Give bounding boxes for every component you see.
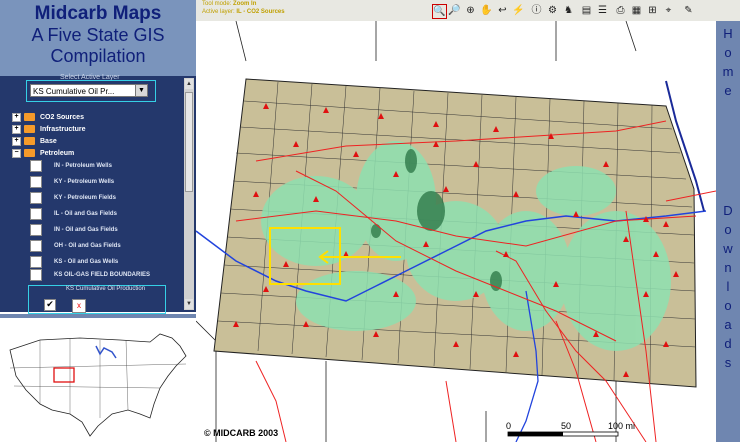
query-icon[interactable]: ⚙ <box>546 4 559 17</box>
tree-group-petroleum[interactable]: − Petroleum <box>12 147 74 159</box>
identify-icon[interactable]: ⚡ <box>512 4 525 17</box>
expand-icon[interactable]: + <box>12 124 21 134</box>
layer-ks-cumulative-oil-checkbox[interactable]: ✔ <box>44 299 56 311</box>
layer-checkbox[interactable] <box>30 176 42 188</box>
midcarb-app: Midcarb Maps A Five State GIS Compilatio… <box>0 0 740 442</box>
overview-map[interactable] <box>0 318 196 442</box>
info-icon[interactable]: ⓘ <box>530 4 543 17</box>
active-layer-dropdown-value: KS Cumulative Oil Pr... <box>33 87 115 96</box>
main-map[interactable]: 0 50 100 mi <box>196 21 716 442</box>
layer-oh-oil-gas-fields[interactable]: OH - Oil and Gas Fields <box>30 239 121 253</box>
layer-ks-field-boundaries[interactable]: KS OIL-GAS FIELD BOUNDARIES <box>30 268 150 282</box>
scale-tick-0: 0 <box>506 421 511 431</box>
find-icon[interactable]: ♞ <box>562 4 575 17</box>
app-subtitle-line1: A Five State GIS <box>31 25 165 45</box>
layer-il-oil-gas-fields[interactable]: IL - Oil and Gas Fields <box>30 207 117 221</box>
copyright-label: © MIDCARB 2003 <box>204 428 279 438</box>
extent-icon[interactable]: ▦ <box>630 4 643 17</box>
legend-icon[interactable]: ▤ <box>580 4 593 17</box>
expand-icon[interactable]: + <box>12 136 21 146</box>
collapse-icon[interactable]: − <box>12 148 21 158</box>
active-layer-dropdown[interactable]: KS Cumulative Oil Pr... ▼ <box>30 84 148 97</box>
layer-checkbox[interactable] <box>30 269 42 281</box>
pan-icon[interactable]: ✋ <box>480 4 493 17</box>
scroll-down-icon[interactable]: ▼ <box>185 299 193 309</box>
tool-mode-status: Tool mode: Zoom In <box>202 1 257 7</box>
app-title: Midcarb Maps <box>34 3 162 24</box>
layer-ky-petroleum-wells[interactable]: KY - Petroleum Wells <box>30 175 114 189</box>
right-nav: H o m e D o w n l o a d s <box>716 21 740 442</box>
folder-icon <box>24 125 35 133</box>
scrollbar-thumb[interactable] <box>185 92 193 192</box>
layer-in-petroleum-wells[interactable]: IN - Petroleum Wells <box>30 159 112 173</box>
zoom-in-icon[interactable]: 🔍 <box>432 4 447 19</box>
layers-icon[interactable]: ☰ <box>596 4 609 17</box>
back-icon[interactable]: ↩ <box>496 4 509 17</box>
measure-icon[interactable]: ⌖ <box>662 4 675 17</box>
folder-icon <box>24 149 35 157</box>
scroll-up-icon[interactable]: ▲ <box>185 79 193 89</box>
zoom-full-icon[interactable]: ⊕ <box>464 4 477 17</box>
zoom-out-icon[interactable]: 🔎 <box>448 4 461 17</box>
layer-checkbox[interactable] <box>30 192 42 204</box>
layer-ks-oil-gas-wells[interactable]: KS - Oil and Gas Wells <box>30 255 118 269</box>
layer-checkbox[interactable] <box>30 208 42 220</box>
print-icon[interactable]: ⎙ <box>614 4 627 17</box>
legend-symbol-icon: x <box>72 299 86 313</box>
layer-ky-petroleum-fields[interactable]: KY - Petroleum Fields <box>30 191 116 205</box>
layer-checkbox[interactable] <box>30 160 42 172</box>
tree-group-co2-sources[interactable]: + CO2 Sources <box>12 111 84 123</box>
layer-checkbox[interactable] <box>30 256 42 268</box>
layer-tree-scrollbar[interactable]: ▲ ▼ <box>184 78 194 310</box>
tree-group-infrastructure[interactable]: + Infrastructure <box>12 123 86 135</box>
layer-in-oil-gas-fields[interactable]: IN - Oil and Gas Fields <box>30 223 118 237</box>
expand-icon[interactable]: + <box>12 112 21 122</box>
folder-icon <box>24 113 35 121</box>
map-toolbar: Tool mode: Zoom In Active layer: IL - CO… <box>196 0 740 21</box>
layer-ks-cumulative-oil-label: KS Cumulative Oil Production <box>66 286 146 292</box>
layer-checkbox[interactable] <box>30 224 42 236</box>
scale-tick-100: 100 mi <box>608 421 635 431</box>
scale-tick-50: 50 <box>561 421 571 431</box>
layer-checkbox[interactable] <box>30 240 42 252</box>
title-panel: Midcarb Maps A Five State GIS Compilatio… <box>0 0 196 76</box>
folder-icon <box>24 137 35 145</box>
chevron-down-icon[interactable]: ▼ <box>135 85 147 96</box>
clear-icon[interactable]: ✎ <box>682 4 695 17</box>
tree-group-base[interactable]: + Base <box>12 135 57 147</box>
active-layer-status: Active layer: IL - CO2 Sources <box>202 9 285 15</box>
select-icon[interactable]: ⊞ <box>646 4 659 17</box>
app-subtitle-line2: Compilation <box>50 46 146 66</box>
